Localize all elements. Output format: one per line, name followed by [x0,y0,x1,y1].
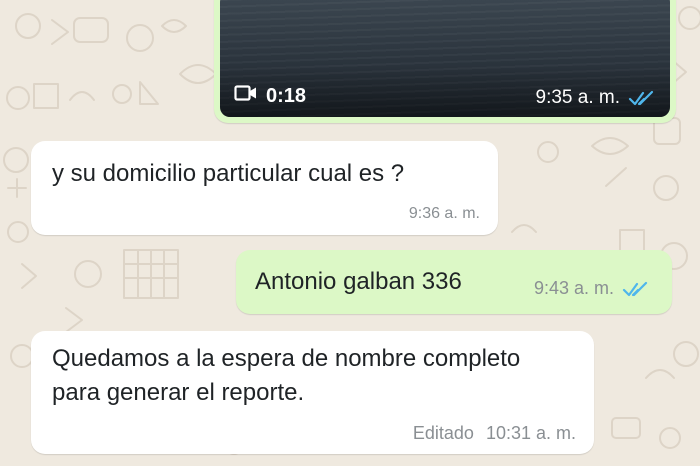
message-meta: Editado 10:31 a. m. [413,423,576,444]
message-time: 9:36 a. m. [408,205,480,222]
message-time: 9:43 a. m. [533,278,614,298]
outgoing-message-bubble[interactable]: Antonio galban 336 9:43 a. m. [236,250,672,314]
incoming-message-bubble[interactable]: Quedamos a la espera de nombre completo … [31,331,594,454]
message-meta: 9:36 a. m. [409,205,480,223]
message-time: 10:31 a. m. [485,423,576,443]
video-duration-overlay: 0:18 [234,84,306,108]
message-time: 9:35 a. m. [535,87,621,108]
video-message-meta: 9:35 a. m. [536,87,659,109]
video-duration: 0:18 [266,84,307,107]
video-camera-icon [234,84,258,108]
double-check-read-icon [622,281,652,297]
edited-label: Editado [412,423,474,443]
message-text: Quedamos a la espera de nombre completo … [52,345,521,406]
incoming-message-bubble[interactable]: y su domicilio particular cual es ? 9:36… [31,141,498,235]
message-meta: 9:43 a. m. [534,278,652,299]
double-check-read-icon [628,90,658,106]
video-message-bubble[interactable]: 0:18 9:35 a. m. [214,0,676,123]
message-text: Antonio galban 336 [255,268,462,295]
message-text: y su domicilio particular cual es ? [52,160,405,187]
